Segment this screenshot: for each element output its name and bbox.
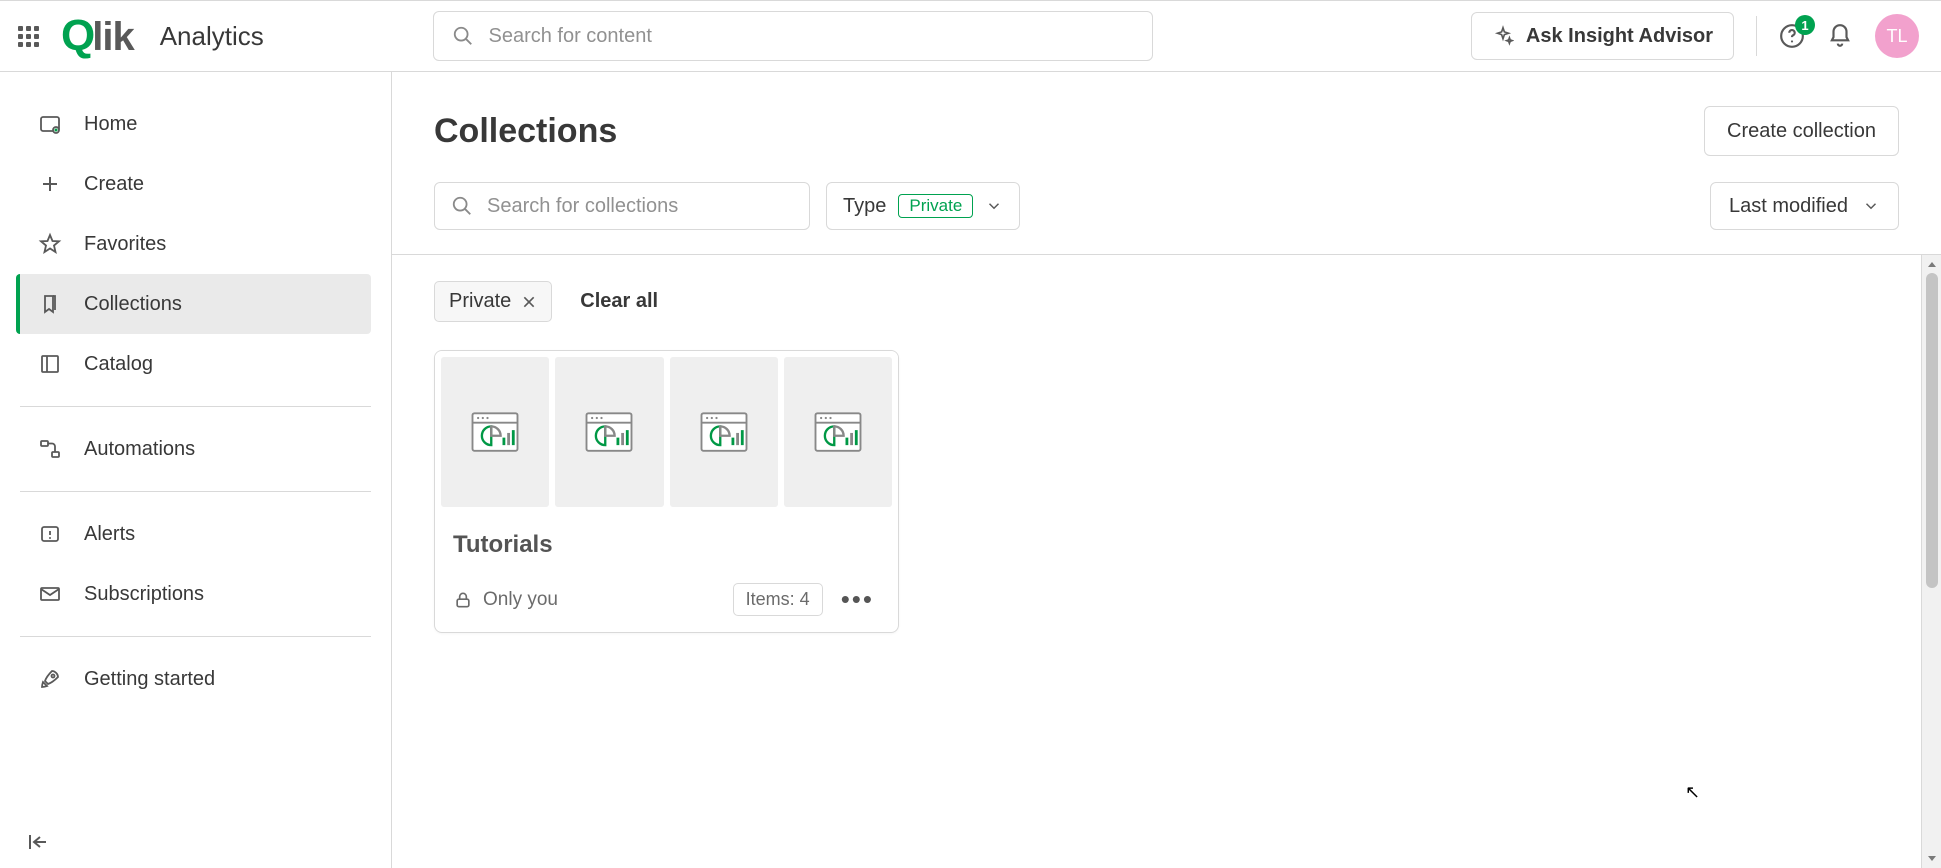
scroll-down-icon[interactable]: [1926, 852, 1938, 864]
more-actions-button[interactable]: •••: [835, 584, 880, 615]
sidebar-item-alerts[interactable]: Alerts: [20, 504, 371, 564]
alert-icon: [38, 522, 62, 546]
items-count: Items: 4: [733, 583, 823, 616]
create-collection-button[interactable]: Create collection: [1704, 106, 1899, 156]
clear-all-button[interactable]: Clear all: [580, 290, 658, 313]
main: Collections Create collection Type Priva…: [392, 72, 1941, 868]
sidebar-item-catalog[interactable]: Catalog: [20, 334, 371, 394]
divider: [20, 491, 371, 492]
sidebar-item-automations[interactable]: Automations: [20, 419, 371, 479]
app-chart-icon: [579, 402, 639, 462]
scrollbar-thumb[interactable]: [1926, 273, 1938, 588]
app-launcher-icon[interactable]: [18, 26, 39, 47]
avatar-initials: TL: [1886, 26, 1907, 47]
star-icon: [38, 232, 62, 256]
notifications-button[interactable]: [1827, 23, 1853, 49]
collection-search-input[interactable]: [487, 195, 793, 218]
app-thumbnail: [441, 357, 549, 507]
sidebar-item-label: Create: [84, 173, 144, 196]
automation-icon: [38, 437, 62, 461]
plus-icon: [38, 172, 62, 196]
filter-chip-label: Private: [449, 290, 511, 313]
ask-insight-label: Ask Insight Advisor: [1526, 25, 1713, 48]
sidebar-item-label: Getting started: [84, 668, 215, 691]
collapse-sidebar-button[interactable]: [26, 830, 50, 854]
divider: [1756, 16, 1757, 56]
sidebar-item-home[interactable]: Home: [20, 94, 371, 154]
card-footer: Only you Items: 4 •••: [453, 583, 880, 616]
catalog-icon: [38, 352, 62, 376]
sidebar-item-label: Automations: [84, 438, 195, 461]
global-search[interactable]: [433, 11, 1153, 61]
filter-chip-private[interactable]: Private: [434, 281, 552, 322]
rocket-icon: [38, 667, 62, 691]
active-filters: Private Clear all: [434, 281, 1878, 322]
page-title: Collections: [434, 112, 617, 151]
chevron-down-icon: [985, 197, 1003, 215]
app-thumbnail: [784, 357, 892, 507]
help-badge: 1: [1795, 15, 1815, 35]
collection-search[interactable]: [434, 182, 810, 230]
visibility-indicator: Only you: [453, 589, 558, 611]
app-thumbnail: [670, 357, 778, 507]
sidebar-item-label: Subscriptions: [84, 583, 204, 606]
lock-icon: [453, 590, 473, 610]
ask-insight-advisor-button[interactable]: Ask Insight Advisor: [1471, 12, 1734, 60]
topbar-right: Ask Insight Advisor 1 TL: [1471, 12, 1919, 60]
sidebar-item-label: Alerts: [84, 523, 135, 546]
divider: [20, 636, 371, 637]
create-collection-label: Create collection: [1727, 120, 1876, 142]
type-filter[interactable]: Type Private: [826, 182, 1020, 230]
help-button[interactable]: 1: [1779, 23, 1805, 49]
filter-bar: Type Private Last modified: [392, 156, 1941, 254]
sort-label: Last modified: [1729, 195, 1848, 218]
home-icon: [38, 112, 62, 136]
thumbnail-grid: [435, 351, 898, 513]
visibility-label: Only you: [483, 589, 558, 611]
sidebar-item-collections[interactable]: Collections: [16, 274, 371, 334]
global-search-input[interactable]: [488, 25, 1134, 48]
card-body: Tutorials Only you Items: 4 •••: [435, 513, 898, 632]
sparkle-icon: [1492, 25, 1514, 47]
user-avatar[interactable]: TL: [1875, 14, 1919, 58]
topbar: Qlik Analytics Ask Insight Advisor 1 TL: [0, 0, 1941, 72]
sidebar-item-getting-started[interactable]: Getting started: [20, 649, 371, 709]
app-name: Analytics: [160, 21, 264, 52]
bell-icon: [1827, 23, 1853, 49]
sort-dropdown[interactable]: Last modified: [1710, 182, 1899, 230]
scrollbar[interactable]: [1921, 255, 1941, 868]
close-icon[interactable]: [521, 294, 537, 310]
type-filter-value: Private: [898, 194, 973, 218]
chevron-down-icon: [1862, 197, 1880, 215]
search-icon: [451, 195, 473, 217]
sidebar-item-favorites[interactable]: Favorites: [20, 214, 371, 274]
mail-icon: [38, 582, 62, 606]
collapse-icon: [26, 830, 50, 854]
sidebar-item-label: Favorites: [84, 233, 166, 256]
qlik-logo[interactable]: Qlik: [61, 11, 134, 61]
content-area: Private Clear all: [392, 255, 1921, 868]
type-filter-label: Type: [843, 195, 886, 218]
app-chart-icon: [694, 402, 754, 462]
app-thumbnail: [555, 357, 663, 507]
app-chart-icon: [465, 402, 525, 462]
collection-card[interactable]: Tutorials Only you Items: 4 •••: [434, 350, 899, 633]
sidebar-item-label: Catalog: [84, 353, 153, 376]
app-chart-icon: [808, 402, 868, 462]
sidebar-item-label: Collections: [84, 293, 182, 316]
scroll-up-icon[interactable]: [1926, 259, 1938, 271]
sidebar-item-label: Home: [84, 113, 137, 136]
bookmark-icon: [38, 292, 62, 316]
collection-name: Tutorials: [453, 531, 880, 559]
page-header: Collections Create collection: [392, 72, 1941, 156]
search-icon: [452, 25, 474, 47]
divider: [20, 406, 371, 407]
sidebar-item-create[interactable]: Create: [20, 154, 371, 214]
sidebar-item-subscriptions[interactable]: Subscriptions: [20, 564, 371, 624]
sidebar: Home Create Favorites Collections Catalo…: [0, 72, 392, 868]
